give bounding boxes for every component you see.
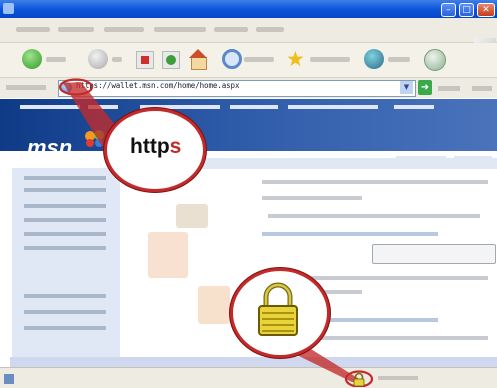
padlock-icon xyxy=(258,282,298,336)
status-padlock-icon[interactable] xyxy=(352,372,366,386)
https-callout-text: https xyxy=(130,135,182,158)
